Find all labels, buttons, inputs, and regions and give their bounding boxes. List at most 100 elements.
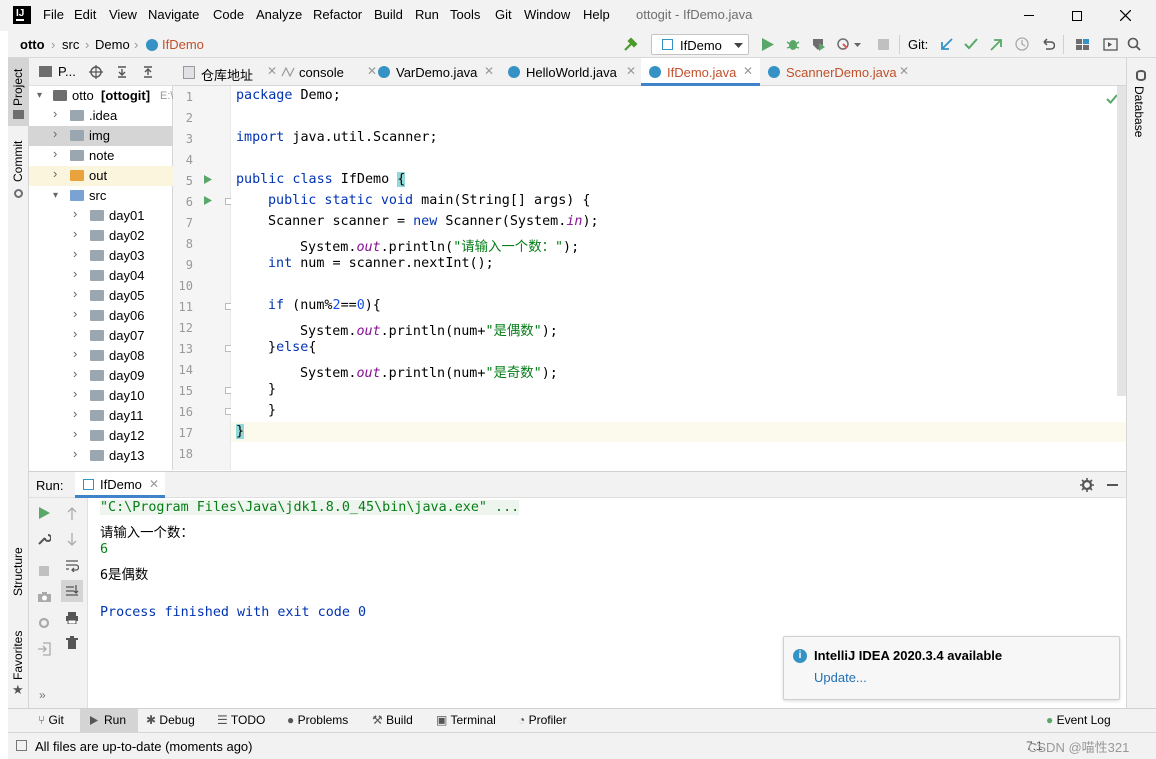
menu-edit[interactable]: Edit <box>74 7 96 22</box>
tree-root-otto[interactable]: ▾ otto [ottogit] E:\ <box>29 86 173 106</box>
chevron-right-icon[interactable]: › <box>73 406 77 421</box>
breadcrumb-package[interactable]: Demo <box>95 37 130 52</box>
tool-build[interactable]: ⚒ Build <box>372 713 413 727</box>
tree-item-img[interactable]: › img <box>29 126 173 146</box>
tab-repo-address[interactable]: 仓库地址 ✕ <box>183 58 278 86</box>
tree-item-note[interactable]: › note <box>29 146 173 166</box>
run-settings-button[interactable] <box>1078 476 1096 494</box>
code-editor[interactable]: package Demo; import java.util.Scanner; … <box>231 86 1126 470</box>
tree-item-day05[interactable]: › day05 <box>29 286 173 306</box>
settings-gear-button[interactable] <box>35 614 53 632</box>
git-history-button[interactable] <box>1013 35 1031 53</box>
tree-item-day07[interactable]: › day07 <box>29 326 173 346</box>
tab-console[interactable]: console ✕ <box>281 58 377 86</box>
minimize-button[interactable] <box>1006 0 1052 31</box>
print-button[interactable] <box>63 608 81 626</box>
chevron-right-icon[interactable]: › <box>73 386 77 401</box>
favorites-tool-button[interactable]: Favorites ★ <box>8 628 29 698</box>
chevron-right-icon[interactable]: › <box>73 366 77 381</box>
git-push-button[interactable] <box>987 35 1005 53</box>
stop-run-button[interactable] <box>35 562 53 580</box>
soft-wrap-button[interactable] <box>63 556 81 574</box>
menu-run[interactable]: Run <box>415 7 439 22</box>
tree-item-day02[interactable]: › day02 <box>29 226 173 246</box>
code-with-me-button[interactable] <box>1101 35 1119 53</box>
chevron-right-icon[interactable]: › <box>73 206 77 221</box>
tool-todo[interactable]: ☰ TODO <box>217 713 265 727</box>
tab-vardemo[interactable]: VarDemo.java ✕ <box>378 58 506 86</box>
tree-item-idea[interactable]: › .idea <box>29 106 173 126</box>
menu-navigate[interactable]: Navigate <box>148 7 199 22</box>
close-icon[interactable]: ✕ <box>484 64 494 78</box>
menu-help[interactable]: Help <box>583 7 610 22</box>
close-icon[interactable]: ✕ <box>367 64 377 78</box>
breadcrumb-class[interactable]: IfDemo <box>162 37 204 52</box>
exit-button[interactable] <box>35 640 53 658</box>
structure-tool-button[interactable]: Structure <box>8 538 29 608</box>
clear-all-button[interactable] <box>63 634 81 652</box>
run-button[interactable] <box>759 35 777 53</box>
git-commit-button[interactable] <box>962 35 980 53</box>
chevron-right-icon[interactable]: › <box>73 446 77 461</box>
chevron-right-icon[interactable]: › <box>73 426 77 441</box>
hide-panel-button[interactable] <box>1103 476 1121 494</box>
project-tool-button[interactable]: Project <box>8 58 29 126</box>
chevron-right-icon[interactable]: › <box>53 106 57 121</box>
tool-terminal[interactable]: ▣ Terminal <box>436 713 496 727</box>
tree-item-day09[interactable]: › day09 <box>29 366 173 386</box>
close-icon[interactable]: ✕ <box>149 477 159 491</box>
chevron-right-icon[interactable]: › <box>73 246 77 261</box>
debug-button[interactable] <box>784 35 802 53</box>
menu-file[interactable]: File <box>43 7 64 22</box>
tool-profiler[interactable]: ◔ Profiler <box>518 713 567 727</box>
stop-button[interactable] <box>874 35 892 53</box>
tree-item-day04[interactable]: › day04 <box>29 266 173 286</box>
tree-item-day08[interactable]: › day08 <box>29 346 173 366</box>
tab-helloworld[interactable]: HelloWorld.java ✕ <box>508 58 644 86</box>
tool-git[interactable]: ⑂ Git <box>38 713 64 727</box>
collapse-all-button[interactable] <box>139 63 157 81</box>
chevron-right-icon[interactable]: › <box>53 166 57 181</box>
tree-item-out[interactable]: › out <box>29 166 173 186</box>
menu-code[interactable]: Code <box>213 7 244 22</box>
close-icon[interactable]: ✕ <box>626 64 636 78</box>
tool-run[interactable]: Run <box>80 709 138 732</box>
tree-item-day03[interactable]: › day03 <box>29 246 173 266</box>
chevron-right-icon[interactable]: › <box>73 306 77 321</box>
tree-item-day01[interactable]: › day01 <box>29 206 173 226</box>
menu-window[interactable]: Window <box>524 7 570 22</box>
menu-view[interactable]: View <box>109 7 137 22</box>
chevron-right-icon[interactable]: › <box>73 326 77 341</box>
edit-config-button[interactable] <box>35 530 53 548</box>
menu-refactor[interactable]: Refactor <box>313 7 362 22</box>
close-icon[interactable]: ✕ <box>899 64 909 78</box>
screenshot-button[interactable] <box>35 588 53 606</box>
editor-scrollbar[interactable] <box>1117 86 1126 396</box>
close-icon[interactable]: ✕ <box>743 64 753 78</box>
expand-all-button[interactable] <box>113 63 131 81</box>
chevron-right-icon[interactable]: › <box>53 146 57 161</box>
maximize-button[interactable] <box>1054 0 1100 31</box>
toggle-tool-windows-icon[interactable] <box>16 740 27 751</box>
git-rollback-button[interactable] <box>1039 35 1057 53</box>
locate-file-button[interactable] <box>87 63 105 81</box>
search-everywhere-button[interactable] <box>1125 35 1143 53</box>
scroll-to-end-toggle[interactable] <box>61 580 83 602</box>
tool-event-log[interactable]: ● Event Log <box>1046 713 1111 727</box>
run-tab-ifdemo[interactable]: IfDemo ✕ <box>75 472 165 498</box>
chevron-right-icon[interactable]: › <box>73 266 77 281</box>
tree-item-day13[interactable]: › day13 <box>29 446 173 466</box>
git-update-button[interactable] <box>937 35 955 53</box>
scroll-down-button[interactable] <box>63 530 81 548</box>
profile-button[interactable] <box>834 35 852 53</box>
menu-tools[interactable]: Tools <box>450 7 480 22</box>
coverage-button[interactable] <box>809 35 827 53</box>
breadcrumb-src[interactable]: src <box>62 37 79 52</box>
build-hammer-button[interactable] <box>622 35 640 53</box>
scroll-up-button[interactable] <box>63 504 81 522</box>
tab-scannerdemo[interactable]: ScannerDemo.java ✕ <box>768 58 918 86</box>
more-chevron-icon[interactable]: » <box>39 688 46 702</box>
menu-git[interactable]: Git <box>495 7 512 22</box>
run-config-select[interactable]: IfDemo <box>651 34 749 55</box>
chevron-right-icon[interactable]: › <box>53 126 57 141</box>
